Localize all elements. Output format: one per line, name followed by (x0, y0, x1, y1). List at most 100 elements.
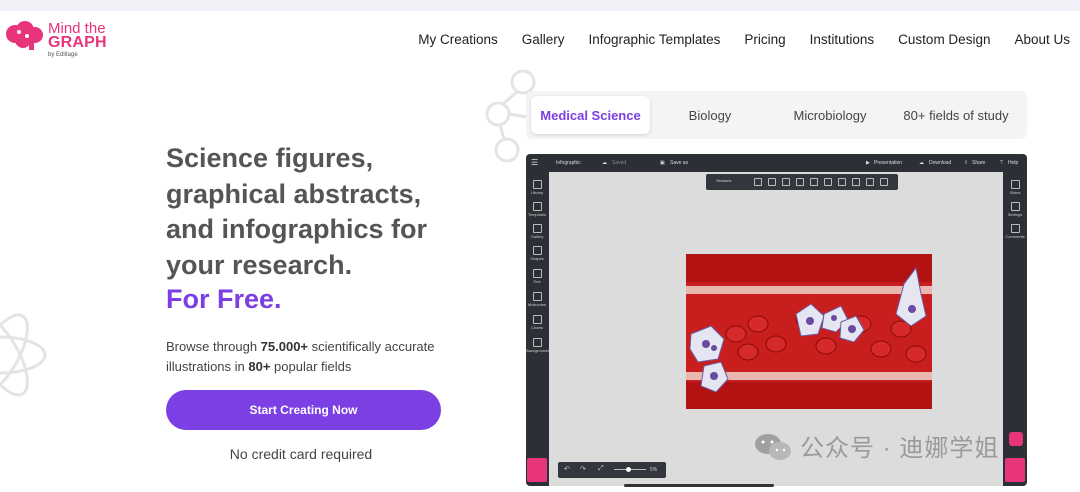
undo-icon[interactable]: ↶ (564, 465, 570, 473)
tool-gallery[interactable]: Gallery (526, 224, 548, 239)
field-tabs: Medical Science Biology Microbiology 80+… (526, 91, 1027, 139)
tool-charts[interactable]: Charts (526, 315, 548, 330)
tool-icon[interactable] (782, 178, 790, 186)
tool-label: Charts (531, 325, 543, 330)
tool-settings[interactable]: Settings (1003, 202, 1027, 217)
tool-icon[interactable] (810, 178, 818, 186)
share-button[interactable]: Share (972, 160, 985, 166)
download-icon: ☁ (919, 160, 924, 166)
tool-molecules[interactable]: Molecules (526, 292, 548, 307)
tab-biology[interactable]: Biology (650, 96, 770, 134)
versions-dropdown[interactable]: Versions (716, 178, 731, 183)
trash-icon[interactable] (880, 178, 888, 186)
sub-text: Browse through (166, 339, 261, 354)
hero-heading-line: your research. (166, 249, 353, 280)
nav-custom-design[interactable]: Custom Design (898, 32, 990, 47)
tab-medical-science[interactable]: Medical Science (531, 96, 650, 134)
brain-logo-icon (6, 21, 43, 50)
settings-icon (1010, 202, 1020, 211)
tool-text[interactable]: Text (526, 269, 548, 284)
editor-title[interactable]: Infographic (556, 160, 581, 166)
shapes-icon (532, 246, 542, 255)
tool-label: Shapes (530, 256, 544, 261)
share-icon: ⇪ (964, 160, 969, 166)
nav-infographic-templates[interactable]: Infographic Templates (589, 32, 721, 47)
editor-left-toolbar: Library Templates Gallery Shapes Text Mo… (526, 172, 550, 486)
save-icon: ▣ (660, 160, 665, 166)
menu-icon[interactable]: ☰ (531, 158, 538, 167)
top-strip (0, 0, 1080, 11)
request-illustration-button[interactable] (527, 458, 547, 482)
templates-icon (532, 202, 542, 211)
sub-count: 75.000+ (260, 339, 309, 354)
zoom-slider-handle[interactable] (626, 467, 631, 472)
nav-pricing[interactable]: Pricing (744, 32, 785, 47)
sub-text: popular fields (270, 359, 352, 374)
star-icon[interactable] (866, 178, 874, 186)
tool-templates[interactable]: Templates (526, 202, 548, 217)
notification-icon[interactable] (1009, 432, 1023, 446)
tool-icon[interactable] (824, 178, 832, 186)
help-button[interactable]: Help (1008, 160, 1018, 166)
blood-vessel-illustration (686, 254, 932, 409)
hero-heading: Science figures, graphical abstracts, an… (166, 141, 466, 283)
tool-icon[interactable] (768, 178, 776, 186)
zoom-level: 5% (650, 467, 658, 473)
tool-library[interactable]: Library (526, 180, 548, 195)
molecules-icon (532, 292, 542, 301)
main-nav: My Creations Gallery Infographic Templat… (394, 32, 1070, 47)
editor-topbar: ☰ Infographic ☁ Saved ▣ Save as ▶ Presen… (526, 154, 1027, 172)
watermark-text: 公众号 · 迪娜学姐 (800, 435, 1000, 462)
logo-line3: by Edlitage (48, 52, 78, 58)
saved-status: Saved (612, 160, 627, 166)
help-icon: ? (1000, 160, 1003, 166)
fit-icon[interactable]: ⤢ (598, 465, 604, 473)
request-custom-design-button[interactable] (1005, 458, 1025, 482)
tool-shapes[interactable]: Shapes (526, 246, 548, 261)
charts-icon (532, 315, 542, 324)
atom-decoration-icon (0, 313, 47, 397)
comments-icon (1010, 224, 1020, 233)
tool-label: Text (533, 279, 541, 284)
tab-microbiology[interactable]: Microbiology (770, 96, 890, 134)
save-as-button[interactable]: Save as (670, 160, 688, 166)
hero-free-text: For Free. (166, 284, 282, 314)
gallery-icon (532, 224, 542, 233)
tab-80-fields[interactable]: 80+ fields of study (890, 96, 1022, 134)
download-button[interactable]: Download (929, 160, 951, 166)
logo[interactable]: Mind the GRAPH by Edlitage (5, 20, 115, 60)
nav-my-creations[interactable]: My Creations (418, 32, 498, 47)
tool-icon[interactable] (852, 178, 860, 186)
tool-label: Slides (1009, 190, 1021, 195)
library-icon (532, 180, 542, 189)
tool-label: Gallery (530, 234, 544, 239)
no-credit-card-note: No credit card required (229, 446, 373, 462)
tool-icon[interactable] (838, 178, 846, 186)
sub-fields: 80+ (248, 359, 271, 374)
presentation-button[interactable]: Presentation (874, 160, 902, 166)
text-icon (532, 269, 542, 278)
start-creating-button[interactable]: Start Creating Now (166, 390, 441, 430)
nav-about-us[interactable]: About Us (1014, 32, 1070, 47)
tool-label: Library (530, 190, 544, 195)
tool-label: Settings (1007, 212, 1023, 217)
wechat-icon (755, 434, 791, 460)
tool-icon[interactable] (796, 178, 804, 186)
hero-heading-line: and infographics for (166, 214, 428, 244)
slides-icon (1010, 180, 1020, 189)
tool-backgrounds[interactable]: Backgrounds (526, 338, 550, 353)
scroll-indicator (624, 484, 774, 487)
logo-line2: GRAPH (48, 34, 107, 51)
nav-gallery[interactable]: Gallery (522, 32, 565, 47)
tool-comments[interactable]: Comments (1003, 224, 1027, 239)
tool-slides[interactable]: Slides (1003, 180, 1027, 195)
hero-heading-line: graphical abstracts, (166, 178, 422, 209)
object-toolbar: Versions (706, 174, 898, 190)
redo-icon[interactable]: ↷ (580, 465, 586, 473)
play-icon: ▶ (866, 160, 870, 166)
backgrounds-icon (532, 338, 542, 347)
tool-icon[interactable] (754, 178, 762, 186)
tool-label: Backgrounds (526, 348, 550, 353)
nav-institutions[interactable]: Institutions (810, 32, 875, 47)
zoom-bar: ↶ ↷ ⤢ 5% (558, 462, 666, 478)
